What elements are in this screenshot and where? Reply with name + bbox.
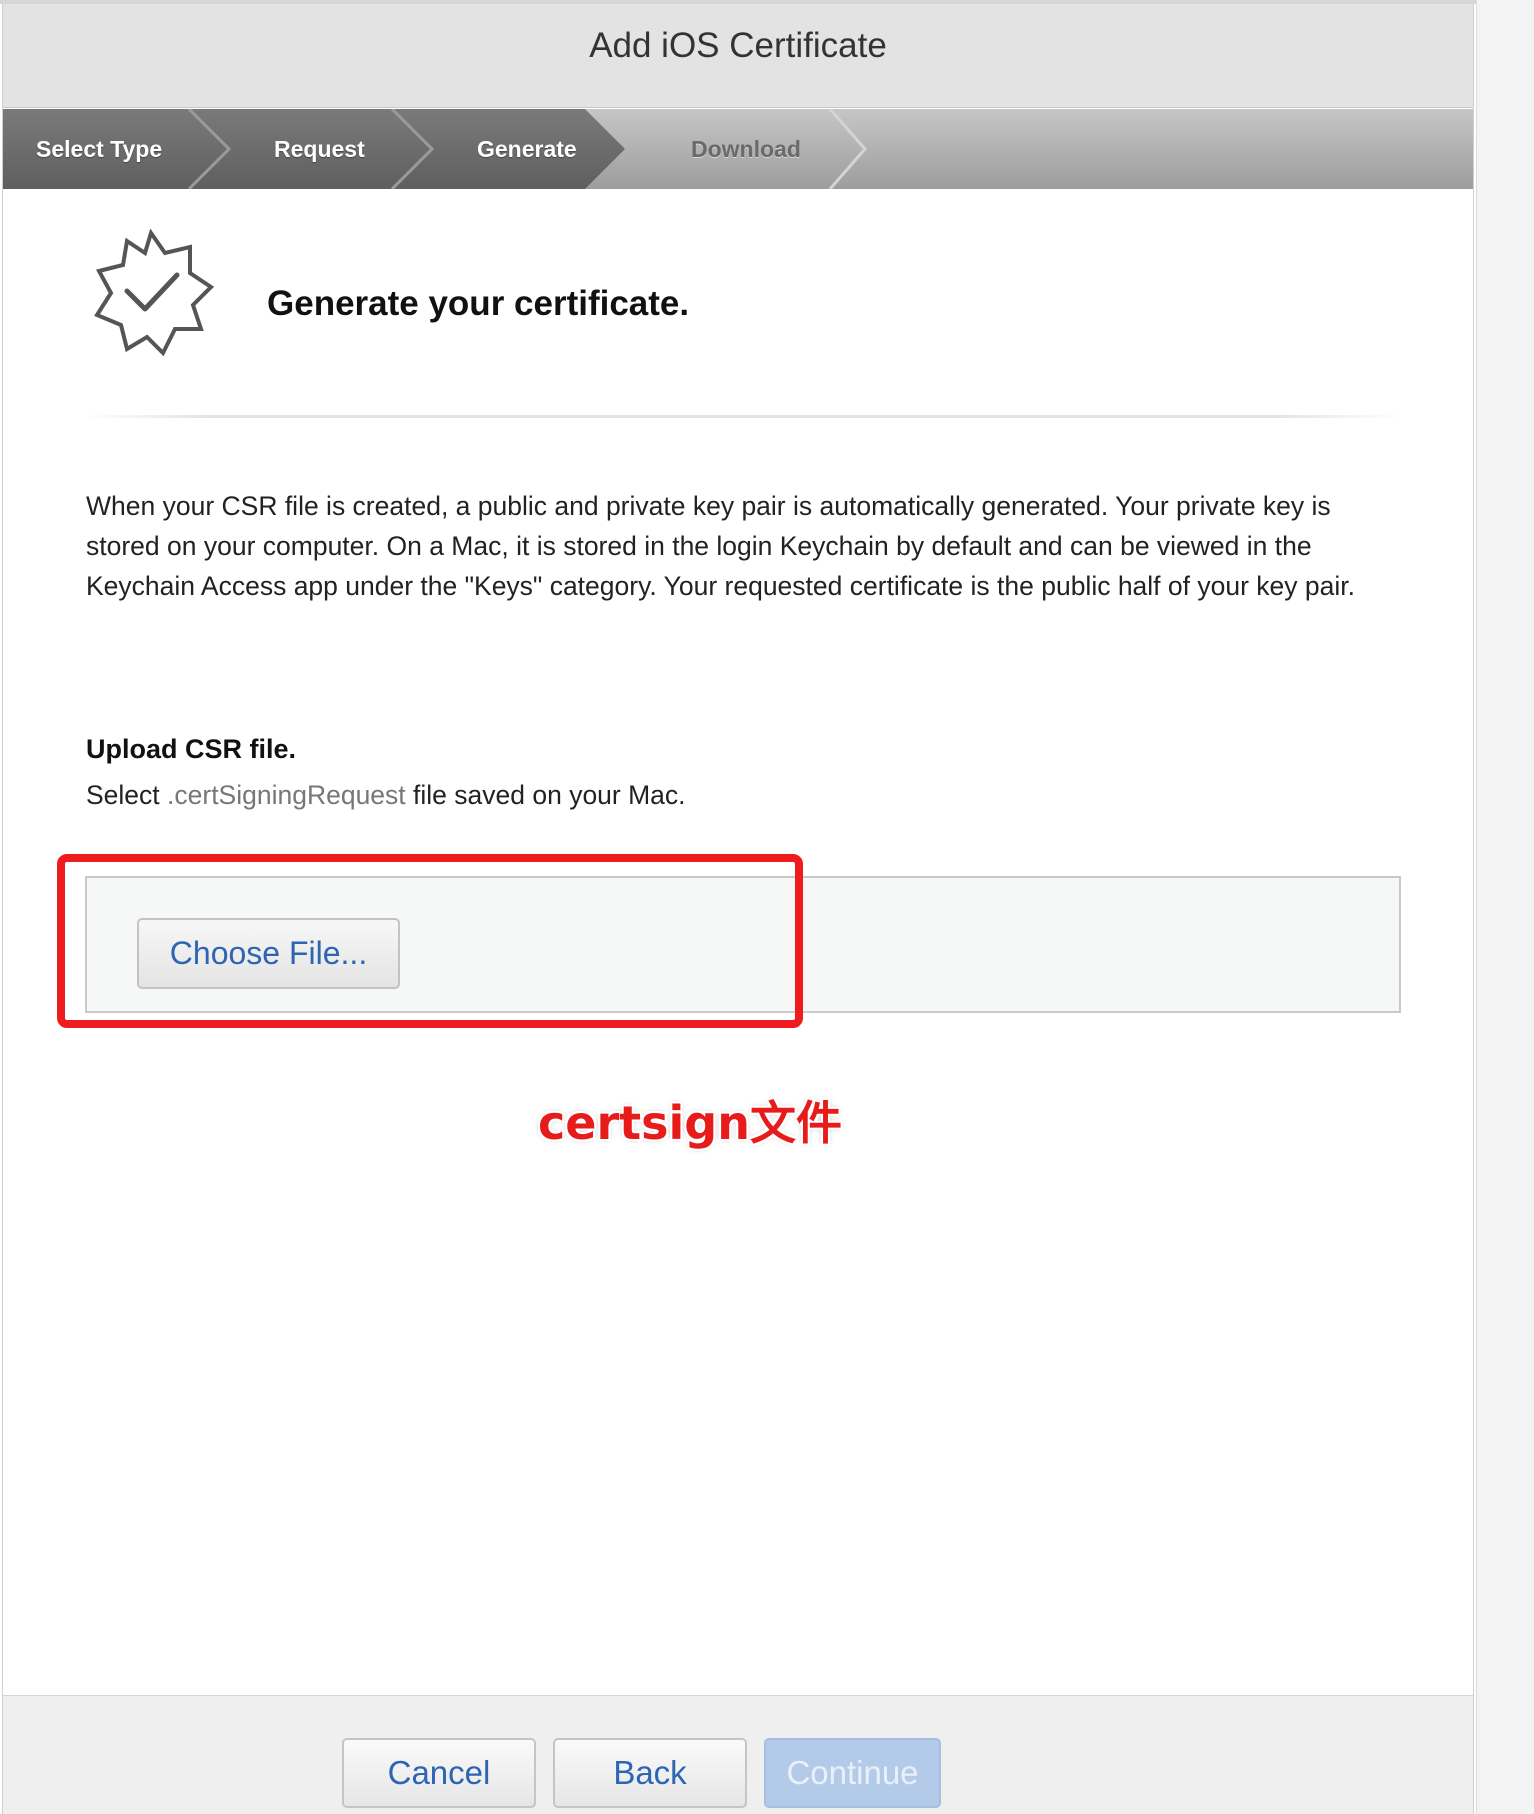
- certificate-badge-check-icon: [87, 228, 215, 362]
- annotation-highlight-box: [57, 854, 803, 1028]
- step-select-type: Select Type: [36, 136, 163, 162]
- step-separator: [828, 109, 867, 189]
- back-button[interactable]: Back: [553, 1738, 747, 1808]
- section-title: Generate your certificate.: [267, 284, 690, 323]
- step-download: Download: [691, 136, 801, 162]
- file-extension: .certSigningRequest: [167, 780, 406, 810]
- step-request: Request: [274, 136, 365, 162]
- csr-description: When your CSR file is created, a public …: [86, 491, 1355, 601]
- step-generate: Generate: [477, 136, 577, 162]
- step-progress-bar: Select Type Request Generate Download: [3, 109, 1473, 189]
- annotation-label: certsign文件: [538, 1096, 842, 1150]
- continue-button[interactable]: Continue: [764, 1738, 941, 1808]
- cancel-button[interactable]: Cancel: [342, 1738, 536, 1808]
- certificate-panel: Add iOS Certificate Select Type Request …: [2, 4, 1474, 1814]
- upload-heading: Upload CSR file.: [86, 734, 297, 764]
- page-title: Add iOS Certificate: [589, 25, 887, 65]
- panel-header: Add iOS Certificate: [3, 4, 1473, 108]
- upload-instructions-suffix: file saved on your Mac.: [405, 780, 686, 810]
- section-divider: [83, 415, 1403, 418]
- upload-instructions-prefix: Select: [86, 780, 168, 810]
- right-gutter: [1476, 0, 1534, 1814]
- upload-instructions: Select .certSigningRequest file saved on…: [86, 780, 686, 811]
